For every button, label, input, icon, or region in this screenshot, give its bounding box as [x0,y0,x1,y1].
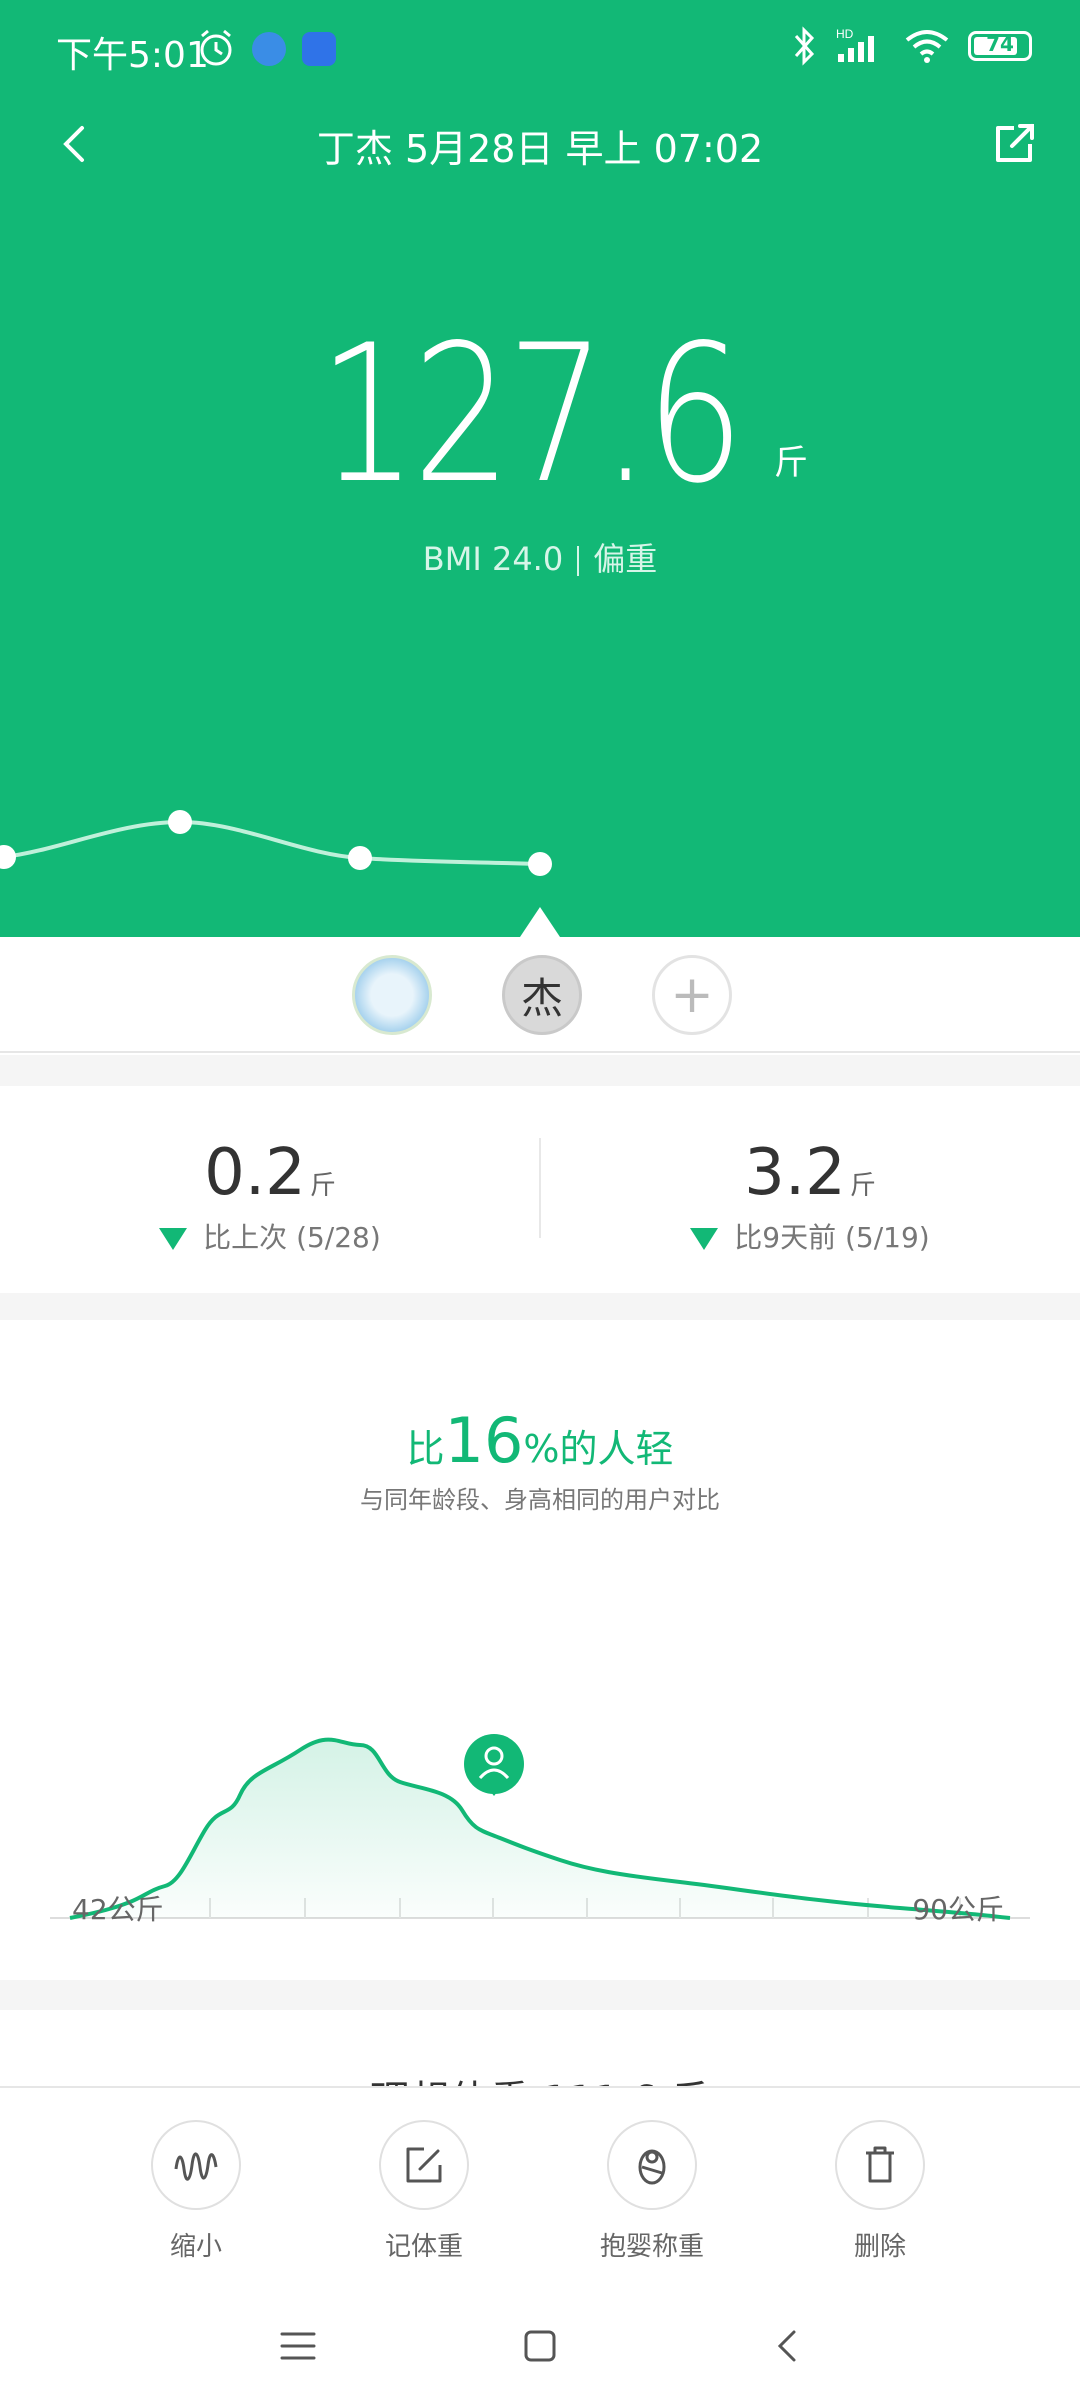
battery-level: 74 [986,32,1014,56]
system-nav-bar [0,2286,1080,2400]
baby-weigh-button[interactable]: 抱婴称重 [562,2120,742,2263]
share-button[interactable] [984,114,1044,174]
delete-button[interactable]: 删除 [790,2120,970,2263]
weight-diff-card: 0.2 斤 比上次 (5/28) 3.2 斤 比9天前 (5/19) [0,1086,1080,1293]
diff-nine-days-value: 3.2 [744,1136,846,1210]
peer-comparison-card: 比16%的人轻 与同年龄段、身高相同的用户对比 42公斤 90公斤 [0,1320,1080,1980]
back-nav-icon[interactable] [758,2316,818,2376]
down-arrow-icon [690,1228,719,1250]
home-icon[interactable] [510,2316,570,2376]
comparison-prefix: 比 [406,1427,445,1471]
add-user-button[interactable]: + [652,955,732,1035]
mail-app-icon [302,32,336,66]
trend-point[interactable] [0,845,16,869]
ideal-weight-section: 理想体重 111.6 斤 [0,2010,1080,2090]
page-title: 丁杰 5月28日 早上 07:02 [316,127,764,171]
diff-last-unit: 斤 [309,1171,336,1201]
shrink-label: 缩小 [169,2232,222,2262]
shrink-button[interactable]: 缩小 [106,2120,286,2263]
baby-weigh-label: 抱婴称重 [599,2232,704,2262]
comparison-subtitle: 与同年龄段、身高相同的用户对比 [360,1486,720,1514]
bmi-value: BMI 24.0 [422,540,564,578]
baby-icon [607,2120,697,2210]
user-switcher: 杰 + [0,937,1080,1053]
user-avatar-photo[interactable] [352,955,432,1035]
user-avatar-current[interactable]: 杰 [502,955,582,1035]
down-arrow-icon [159,1228,188,1250]
axis-max-label: 90公斤 [912,1893,1004,1926]
weight-value: 127.6 [318,304,744,525]
divider [0,1980,1080,2010]
diff-nine-days-label: 比9天前 (5/19) [734,1221,930,1254]
nav-bar: 丁杰 5月28日 早上 07:02 [0,100,1080,190]
trend-point[interactable] [348,846,372,870]
user-position-marker [464,1734,524,1796]
hd-label: HD [836,27,854,41]
fitness-app-icon [252,32,286,66]
weight-display: 127.6 斤 [0,320,1080,510]
comparison-percent: 16 [444,1404,524,1477]
diff-vs-nine-days: 3.2 斤 比9天前 (5/19) [540,1136,1080,1256]
edit-icon [379,2120,469,2210]
trend-point[interactable] [168,810,192,834]
record-weight-label: 记体重 [384,2232,463,2262]
divider [0,1293,1080,1320]
battery-indicator: 74 [968,31,1032,61]
wifi-icon [905,30,949,63]
selection-pointer [520,907,560,937]
signal-icon: HD [836,27,874,62]
diff-last-label: 比上次 (5/28) [203,1221,381,1254]
trash-icon [835,2120,925,2210]
record-weight-button[interactable]: 记体重 [334,2120,514,2263]
divider [0,1055,1080,1086]
status-bar: 下午5:01 HD 74 [0,0,1080,100]
delete-label: 删除 [853,2232,906,2262]
bmi-line: BMI 24.0 偏重 [0,534,1080,580]
bluetooth-icon [794,26,815,66]
status-right: HD 74 [790,26,1032,66]
bmi-separator [577,546,580,576]
menu-icon[interactable] [268,2316,328,2376]
weight-unit: 斤 [773,443,808,483]
comparison-title: 比16%的人轻 [0,1404,1080,1477]
bmi-status: 偏重 [593,540,658,578]
comparison-suffix: %的人轻 [523,1427,674,1471]
axis-min-label: 42公斤 [72,1893,164,1926]
alarm-icon [200,29,232,66]
trend-point-selected[interactable] [528,852,552,876]
diff-nine-days-unit: 斤 [849,1171,876,1201]
status-time: 下午5:01 [56,35,209,76]
diff-vs-last: 0.2 斤 比上次 (5/28) [0,1136,540,1256]
header: 下午5:01 HD 74 丁杰 5月28日 早上 07:02 127.6 斤 B… [0,0,1080,937]
trend-line [3,819,541,866]
bottom-toolbar: 缩小 记体重 抱婴称重 删除 [0,2086,1080,2286]
diff-last-value: 0.2 [204,1136,306,1210]
distribution-area [70,1739,1010,1918]
wave-icon [151,2120,241,2210]
